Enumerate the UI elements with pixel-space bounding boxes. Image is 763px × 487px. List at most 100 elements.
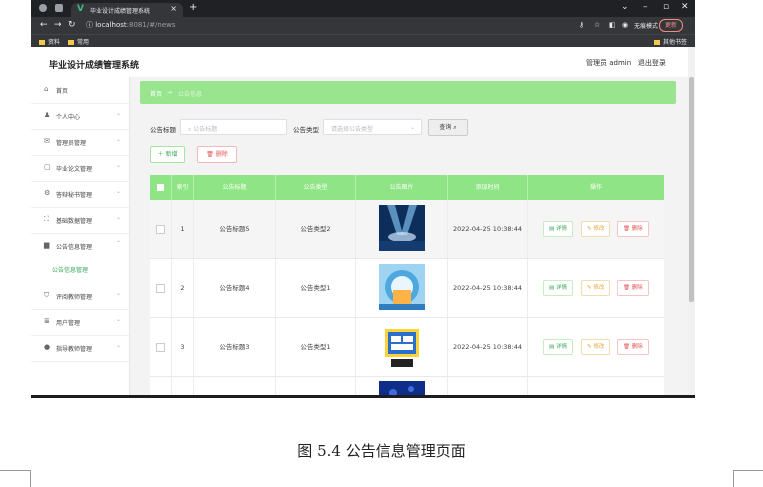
sidebar-item-thesis[interactable]: ▢ 毕业论文管理 ⌄: [31, 155, 129, 182]
cell-index: 3: [172, 318, 194, 376]
sidebar-item-admins[interactable]: ✉ 管理员管理 ⌄: [31, 129, 129, 156]
breadcrumb-current: 公告信息: [178, 91, 203, 98]
chrome-logo-icon[interactable]: [39, 4, 47, 12]
row-checkbox[interactable]: [156, 342, 165, 352]
tab-title: 毕业设计成绩管理系统: [90, 8, 151, 15]
incognito-icon: ◉: [622, 21, 629, 29]
sidebar-item-label: 管理员管理: [56, 140, 87, 147]
sidebar-item-label: 基础数据管理: [56, 218, 93, 225]
header-time: 添加时间: [448, 175, 528, 200]
key-icon[interactable]: ⚷: [579, 21, 584, 29]
notice-image-news[interactable]: [379, 323, 425, 369]
vue-logo-icon: V: [77, 4, 84, 14]
folder-icon: [654, 40, 660, 45]
forward-icon[interactable]: →: [54, 20, 62, 30]
cell-type: 公告类型2: [276, 200, 356, 258]
table-row: 2 公告标题4 公告类型1 2022-04-25 10:38:44 ▤ 详情 ✎…: [150, 259, 664, 318]
header-image: 公告图片: [356, 175, 448, 200]
chevron-down-icon: ⌄: [116, 290, 122, 297]
delete-label: 删除: [631, 344, 643, 350]
row-actions: ▤ 详情 ✎ 修改 🗑 删除: [528, 259, 664, 317]
bookmark-star-icon[interactable]: ☆: [594, 21, 600, 29]
sidepanel-icon[interactable]: ◧: [609, 21, 616, 29]
detail-button[interactable]: ▤ 详情: [543, 339, 573, 355]
detail-label: 详情: [555, 344, 567, 350]
detail-label: 详情: [555, 226, 567, 232]
sidebar-item-users[interactable]: ≣ 用户管理 ⌄: [31, 309, 129, 336]
folder-icon: [68, 40, 74, 45]
browser-tab[interactable]: V 毕业设计成绩管理系统 ×: [71, 3, 183, 17]
sidebar-item-notices[interactable]: ▆ 公告信息管理 ⌃: [31, 233, 129, 259]
sidebar-item-label: 毕业论文管理: [56, 166, 93, 173]
sidebar-item-label: 首页: [56, 88, 69, 95]
scrollbar-thumb[interactable]: [689, 77, 694, 302]
back-icon[interactable]: ←: [40, 20, 48, 30]
bookmark-folder[interactable]: 资料: [39, 37, 60, 46]
delete-button[interactable]: 🗑 删除: [617, 221, 649, 237]
breadcrumb-home[interactable]: 首页: [150, 89, 162, 98]
update-button[interactable]: 更新: [659, 19, 684, 32]
title-search-input[interactable]: ⌕ 公告标题: [180, 119, 287, 135]
edit-label: 修改: [593, 285, 605, 291]
chevron-down-icon: ⌄: [116, 342, 122, 349]
add-button[interactable]: ＋ 新增: [150, 146, 185, 163]
sidebar-item-profile[interactable]: ♟ 个人中心 ⌄: [31, 103, 129, 130]
notice-image-partial[interactable]: [379, 381, 425, 395]
detail-button[interactable]: ▤ 详情: [543, 221, 573, 237]
sidebar-subitem-notice-management[interactable]: 公告信息管理: [52, 265, 88, 274]
edit-button[interactable]: ✎ 修改: [581, 280, 611, 296]
search-icon: ⌕: [453, 124, 457, 131]
row-select[interactable]: [150, 259, 172, 317]
sidebar-item-secretary[interactable]: ⚙ 答辩秘书管理 ⌄: [31, 181, 129, 208]
table-header: 索引 公告标题 公告类型 公告图片 添加时间 操作: [150, 175, 664, 200]
url-field[interactable]: ⓘ localhost:8081/#/news: [86, 20, 176, 30]
screenshot: V 毕业设计成绩管理系统 × + ⌄ – ▫ ✕ ← → ↻ ⓘ localho…: [31, 0, 695, 398]
new-tab-button[interactable]: +: [189, 2, 197, 13]
close-window-icon[interactable]: ✕: [681, 2, 689, 12]
user-icon: ♟: [44, 111, 51, 119]
tab-list-icon[interactable]: ⌄: [621, 2, 629, 12]
restore-icon[interactable]: ▫: [663, 2, 669, 12]
delete-button[interactable]: 🗑 删除: [617, 339, 649, 355]
delete-button[interactable]: 🗑 删除: [617, 280, 649, 296]
sidebar-item-label: 指导教师管理: [56, 346, 93, 353]
row-select[interactable]: [150, 377, 172, 395]
minimize-icon[interactable]: –: [643, 2, 648, 12]
bulk-delete-button[interactable]: 🗑 删除: [197, 146, 237, 163]
query-button[interactable]: 查询 ⌕: [428, 119, 468, 136]
sidebar-item-reviewers[interactable]: ⛉ 评阅教师管理 ⌄: [31, 283, 129, 310]
type-select[interactable]: 请选择公告类型 ⌄: [323, 119, 422, 135]
delete-label: 删除: [631, 226, 643, 232]
select-all-checkbox[interactable]: [157, 184, 164, 191]
bookmark-folder[interactable]: 常用: [68, 37, 89, 46]
sidebar-item-basic-data[interactable]: ⛶ 基础数据管理 ⌄: [31, 207, 129, 234]
sidebar-item-label: 答辩秘书管理: [56, 192, 93, 199]
header-index: 索引: [172, 175, 194, 200]
fullscreen-icon: ⛶: [44, 215, 49, 223]
row-checkbox[interactable]: [156, 224, 165, 234]
sidebar-item-label: 公告信息管理: [56, 244, 93, 251]
table-row: 3 公告标题3 公告类型1 2022-04-25 10:38:44 ▤ 详情 ✎…: [150, 318, 664, 377]
title-search-placeholder: ⌕ 公告标题: [188, 126, 218, 133]
notice-image-stage[interactable]: [379, 205, 425, 251]
notice-image-broadcast[interactable]: [379, 264, 425, 310]
header-select-all[interactable]: [150, 175, 172, 200]
header-type: 公告类型: [276, 175, 356, 200]
detail-button[interactable]: ▤ 详情: [543, 280, 573, 296]
folder-icon: [39, 40, 45, 45]
sidebar-item-home[interactable]: ⌂ 首页: [31, 77, 129, 104]
page-scrollbar[interactable]: [688, 47, 695, 395]
row-select[interactable]: [150, 318, 172, 376]
edit-button[interactable]: ✎ 修改: [581, 339, 611, 355]
row-select[interactable]: [150, 200, 172, 258]
header-title: 公告标题: [194, 175, 276, 200]
tab-close-icon[interactable]: ×: [170, 4, 177, 13]
other-bookmarks[interactable]: 其他书签: [654, 37, 687, 46]
reload-icon[interactable]: ↻: [68, 20, 76, 30]
edit-button[interactable]: ✎ 修改: [581, 221, 611, 237]
sidebar-item-advisors[interactable]: ● 指导教师管理 ⌄: [31, 335, 129, 362]
chevron-down-icon: ⌄: [409, 124, 415, 131]
row-checkbox[interactable]: [156, 283, 165, 293]
logout-link[interactable]: 退出登录: [638, 59, 666, 67]
tab-search-icon[interactable]: [55, 4, 63, 12]
